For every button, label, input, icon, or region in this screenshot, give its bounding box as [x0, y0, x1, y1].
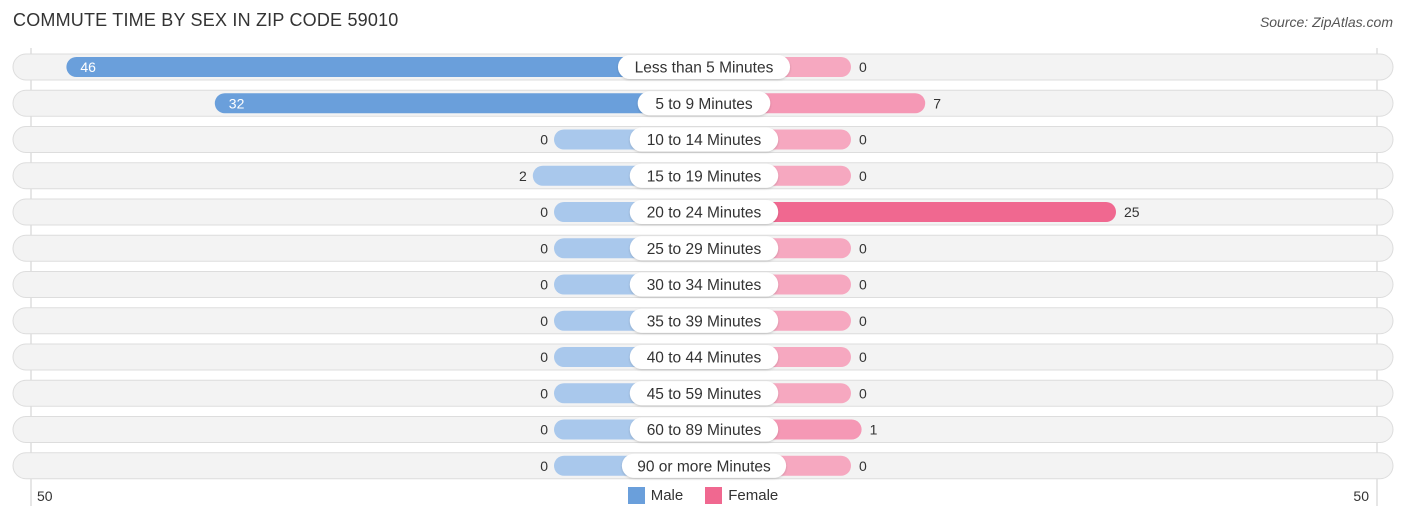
bar-row: 0 0 35 to 39 Minutes [12, 307, 1394, 335]
category-label: 25 to 29 Minutes [647, 241, 762, 258]
category-label: 60 to 89 Minutes [647, 422, 762, 439]
female-value-label: 0 [859, 349, 867, 365]
female-value-label: 0 [859, 240, 867, 256]
category-label: 5 to 9 Minutes [655, 96, 753, 113]
female-value-label: 1 [870, 422, 878, 438]
female-value-label: 25 [1124, 204, 1140, 220]
female-value-label: 0 [859, 168, 867, 184]
female-value-label: 7 [933, 95, 941, 111]
male-value-label: 2 [519, 168, 527, 184]
male-value-label: 0 [540, 385, 548, 401]
category-label: 45 to 59 Minutes [647, 386, 762, 403]
category-label: 90 or more Minutes [637, 458, 771, 475]
bar-row: 32 7 5 to 9 Minutes [12, 89, 1394, 117]
legend-swatch-male [627, 487, 645, 504]
legend-item-male: Male [627, 487, 684, 504]
legend: Male Female [0, 487, 1406, 504]
bar-row: 0 0 10 to 14 Minutes [12, 126, 1394, 153]
category-label: 10 to 14 Minutes [647, 132, 762, 149]
male-value-label: 0 [540, 349, 548, 365]
bar-row: 2 0 15 to 19 Minutes [12, 162, 1394, 190]
bar-row: 0 0 90 or more Minutes [12, 452, 1394, 480]
bar-row: 0 0 25 to 29 Minutes [12, 234, 1394, 262]
female-value-label: 0 [859, 277, 867, 293]
female-value-label: 0 [859, 313, 867, 329]
bar-row: 0 25 20 to 24 Minutes [12, 198, 1394, 226]
category-label: 40 to 44 Minutes [647, 350, 762, 367]
male-value-label: 0 [540, 204, 548, 220]
category-label: Less than 5 Minutes [635, 60, 774, 77]
chart-canvas: 46 0 Less than 5 Minutes 32 7 5 to 9 Minutes 0… [12, 48, 1394, 506]
category-label: 15 to 19 Minutes [647, 168, 762, 185]
legend-swatch-female [705, 487, 723, 504]
legend-label-male: Male [650, 487, 684, 504]
female-value-label: 0 [859, 385, 867, 401]
male-value-label: 0 [540, 313, 548, 329]
legend-item-female: Female [705, 487, 778, 504]
male-value-label: 0 [540, 240, 548, 256]
category-label: 20 to 24 Minutes [647, 205, 762, 222]
bar-row: 0 0 30 to 34 Minutes [12, 271, 1394, 298]
category-label: 30 to 34 Minutes [647, 277, 762, 294]
male-value-label: 0 [540, 132, 548, 148]
male-bar [214, 93, 705, 114]
bar-row: 0 1 60 to 89 Minutes [12, 416, 1394, 443]
male-bar [66, 57, 704, 77]
male-value-label: 46 [80, 59, 96, 75]
female-value-label: 0 [859, 59, 867, 75]
female-value-label: 0 [859, 458, 867, 474]
male-value-label: 0 [540, 277, 548, 293]
legend-label-female: Female [728, 487, 779, 504]
bar-row: 0 0 40 to 44 Minutes [12, 343, 1394, 371]
category-label: 35 to 39 Minutes [647, 313, 762, 330]
male-value-label: 0 [540, 458, 548, 474]
bar-row: 46 0 Less than 5 Minutes [12, 53, 1394, 81]
male-value-label: 32 [229, 95, 245, 111]
female-value-label: 0 [859, 132, 867, 148]
bar-row: 0 0 45 to 59 Minutes [12, 379, 1394, 407]
male-value-label: 0 [540, 422, 548, 438]
